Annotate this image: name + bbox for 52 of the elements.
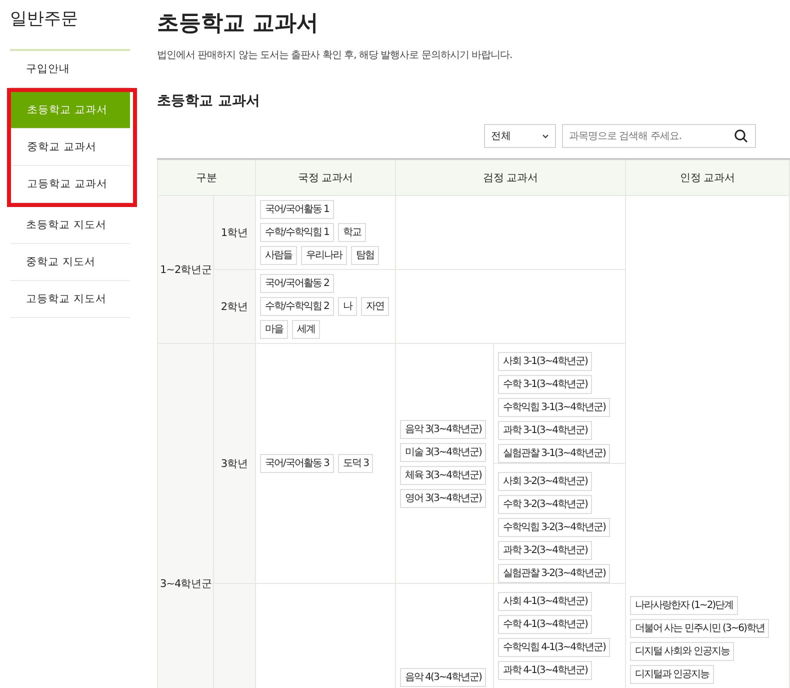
category-select[interactable]: 전체 xyxy=(484,124,556,148)
textbook-tag[interactable]: 미술 3(3~4학년군) xyxy=(400,442,486,462)
textbook-tag[interactable]: 수학 3-2(3~4학년군) xyxy=(498,495,592,514)
textbook-tag[interactable]: 수학/수학익힘 2 xyxy=(260,297,334,316)
textbook-tag[interactable]: 과학 3-2(3~4학년군) xyxy=(498,541,592,560)
textbook-tag[interactable]: 사회 3-2(3~4학년군) xyxy=(498,472,592,491)
textbook-tag[interactable]: 디지털 사회와 인공지능 xyxy=(630,642,734,661)
textbook-tag[interactable]: 과학 3-1(3~4학년군) xyxy=(498,421,592,440)
grade-label: 1학년 xyxy=(220,226,248,238)
textbook-tag[interactable]: 국어/국어활동 2 xyxy=(260,274,334,293)
textbook-tag[interactable]: 수학 4-1(3~4학년군) xyxy=(498,615,592,634)
textbook-tag[interactable]: 마을 xyxy=(260,320,288,339)
textbook-tag[interactable]: 사람들 xyxy=(260,246,297,265)
chevron-down-icon xyxy=(542,134,549,138)
textbook-tag[interactable]: 국어/국어활동 1 xyxy=(260,200,334,219)
textbook-tag[interactable]: 실험관찰 3-1(3~4학년군) xyxy=(498,444,610,463)
column-header: 구분 xyxy=(196,172,217,184)
grade-group-label: 3~4학년군 xyxy=(160,578,212,590)
column-header: 국정 교과서 xyxy=(298,172,354,184)
textbook-tag[interactable]: 나 xyxy=(338,297,357,316)
textbook-tag[interactable]: 사회 4-1(3~4학년군) xyxy=(498,592,592,611)
search-field[interactable]: 과목명으로 검색해 주세요. xyxy=(562,124,756,148)
textbook-tag[interactable]: 세계 xyxy=(292,320,320,339)
textbook-tag[interactable]: 음악 3(3~4학년군) xyxy=(400,420,486,438)
textbook-tag[interactable]: 체육 3(3~4학년군) xyxy=(400,466,486,484)
textbook-tag[interactable]: 나라사랑한자 (1~2)단계 xyxy=(630,596,738,615)
page-title: 초등학교 교과서 xyxy=(157,10,320,36)
textbook-tag[interactable]: 수학익힘 3-1(3~4학년군) xyxy=(498,398,610,417)
textbook-tag[interactable]: 수학/수학익힘 1 xyxy=(260,223,334,242)
textbook-tag[interactable]: 영어 3(3~4학년군) xyxy=(400,488,486,508)
section-title: 초등학교 교과서 xyxy=(157,92,261,110)
textbook-tag[interactable]: 국어/국어활동 3 xyxy=(260,454,334,473)
grade-label: 3학년 xyxy=(220,458,248,470)
textbook-tag[interactable]: 더불어 사는 민주시민 (3~6)학년 xyxy=(630,619,770,638)
textbook-tag[interactable]: 음악 4(3~4학년군) xyxy=(400,668,486,687)
textbook-tag[interactable]: 자연 xyxy=(360,297,389,316)
textbook-tag[interactable]: 수학익힘 4-1(3~4학년군) xyxy=(498,638,610,657)
textbook-tag[interactable]: 실험관찰 3-2(3~4학년군) xyxy=(498,564,610,583)
textbook-tag[interactable]: 디지털과 인공지능 xyxy=(630,665,714,684)
grade-group-label: 1~2학년군 xyxy=(160,264,212,276)
notice-text: 법인에서 판매하지 않는 도서는 출판사 확인 후, 해당 발행사로 문의하시기 바랍니다. xyxy=(157,49,514,62)
textbook-tag[interactable]: 수학익힘 3-2(3~4학년군) xyxy=(498,518,610,537)
grade-label: 2학년 xyxy=(220,300,248,312)
textbook-tag[interactable]: 과학 4-1(3~4학년군) xyxy=(498,661,592,680)
column-header: 인정 교과서 xyxy=(680,172,736,184)
textbook-tag[interactable]: 수학 3-1(3~4학년군) xyxy=(498,375,592,394)
textbook-tag[interactable]: 탐험 xyxy=(351,246,379,265)
textbook-tag[interactable]: 사회 3-1(3~4학년군) xyxy=(498,352,592,371)
textbook-tag[interactable]: 도덕 3 xyxy=(338,454,374,473)
column-header: 검정 교과서 xyxy=(482,172,538,184)
textbook-tag[interactable]: 학교 xyxy=(338,223,366,242)
textbook-tag[interactable]: 우리나라 xyxy=(301,246,347,265)
